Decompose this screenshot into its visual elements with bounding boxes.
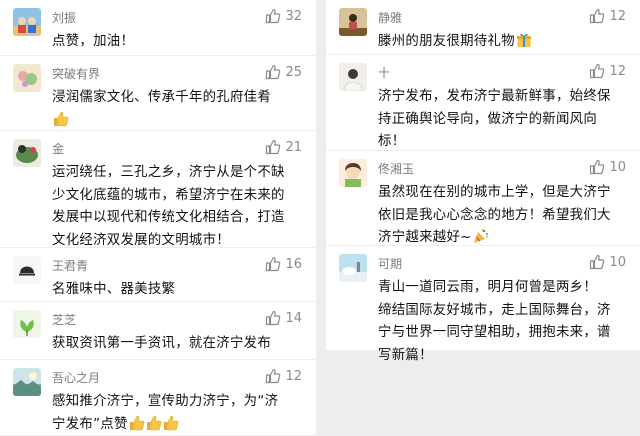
comment-line: 宁与世界一同守望相助，拥抱未来，谱 xyxy=(378,325,611,340)
avatar[interactable] xyxy=(339,8,367,36)
comment-text: 感知推介济宁，宣传助力济宁，为“济 宁发布”点赞 xyxy=(52,391,306,436)
like-button[interactable]: 16 xyxy=(265,256,302,272)
avatar[interactable] xyxy=(13,8,41,36)
comment-text: 名雅味中、器美技繁 xyxy=(52,279,306,302)
comment-line: 点赞，加油！ xyxy=(52,34,135,49)
like-count: 10 xyxy=(609,159,626,175)
comment-line: 持正确舆论导向，做济宁的新闻风向 xyxy=(378,111,598,127)
like-button[interactable]: 10 xyxy=(589,159,626,175)
avatar[interactable] xyxy=(13,310,41,338)
avatar[interactable] xyxy=(339,63,367,91)
commenter-name[interactable]: 佟湘玉 xyxy=(378,160,414,177)
thumbs-up-icon xyxy=(265,139,281,155)
comment-line: 运河绕任，三孔之乡，济宁从是个不缺 xyxy=(52,165,285,180)
like-button[interactable]: 14 xyxy=(265,310,302,326)
commenter-name[interactable]: 芝芝 xyxy=(52,311,76,328)
comment-line: 济宁发布，发布济宁最新鲜事，始终保 xyxy=(378,89,611,104)
comment-card: 王君青 16 名雅味中、器美技繁 xyxy=(0,248,316,301)
like-count: 12 xyxy=(285,368,302,384)
party-popper-emoji-icon xyxy=(473,228,489,244)
commenter-name[interactable]: 王君青 xyxy=(52,257,88,274)
comment-line: 写新篇！ xyxy=(378,347,433,363)
comment-line: 宁发布”点赞 xyxy=(52,416,128,432)
comment-card: 佟湘玉 10 虽然现在在别的城市上学，但是大济宁 依旧是我心心念念的地方！希望我… xyxy=(326,151,640,245)
like-count: 16 xyxy=(285,256,302,272)
comment-card: 芝芝 14 获取资讯第一手资讯，就在济宁发布 xyxy=(0,302,316,359)
thumbs-up-emoji-icon xyxy=(129,415,145,431)
comment-line: 发展中以现代和传统文化相结合，打造 xyxy=(52,210,285,225)
comment-text: 济宁发布，发布济宁最新鲜事，始终保 持正确舆论导向，做济宁的新闻风向 标！ xyxy=(378,86,630,154)
comment-text: 滕州的朋友很期待礼物 xyxy=(378,31,630,54)
thumbs-up-emoji-icon xyxy=(163,415,179,431)
like-count: 12 xyxy=(609,63,626,79)
like-count: 10 xyxy=(609,254,626,270)
comment-line: 依旧是我心心念念的地方！希望我们大 xyxy=(378,207,611,223)
like-button[interactable]: 12 xyxy=(589,63,626,79)
comment-line: 获取资讯第一手资讯，就在济宁发布 xyxy=(52,336,272,351)
like-count: 14 xyxy=(285,310,302,326)
like-count: 21 xyxy=(285,139,302,155)
avatar[interactable] xyxy=(13,139,41,167)
commenter-name[interactable]: 十 xyxy=(378,64,390,81)
avatar[interactable] xyxy=(13,368,41,396)
gift-emoji-icon xyxy=(516,32,532,48)
thumbs-up-icon xyxy=(589,63,605,79)
comment-line: 虽然现在在别的城市上学，但是大济宁 xyxy=(378,185,611,200)
comment-text: 青山一道同云雨，明月何曾是两乡！ 缔结国际友好城市，走上国际舞台，济 宁与世界一… xyxy=(378,277,630,367)
commenter-name[interactable]: 刘振 xyxy=(52,9,76,26)
commenter-name[interactable]: 可期 xyxy=(378,255,402,272)
like-button[interactable]: 10 xyxy=(589,254,626,270)
like-button[interactable]: 12 xyxy=(265,368,302,384)
like-count: 12 xyxy=(609,8,626,24)
comment-card: 突破有界 25 浸润儒家文化、传承千年的孔府佳肴 xyxy=(0,56,316,130)
comment-card: 十 12 济宁发布，发布济宁最新鲜事，始终保 持正确舆论导向，做济宁的新闻风向 … xyxy=(326,55,640,150)
comment-line: 名雅味中、器美技繁 xyxy=(52,282,176,297)
avatar[interactable] xyxy=(13,64,41,92)
comment-line: 感知推介济宁，宣传助力济宁，为“济 xyxy=(52,394,279,409)
thumbs-up-icon xyxy=(589,254,605,270)
avatar[interactable] xyxy=(339,159,367,187)
commenter-name[interactable]: 吾心之月 xyxy=(52,369,100,386)
like-button[interactable]: 25 xyxy=(265,64,302,80)
comment-text: 获取资讯第一手资讯，就在济宁发布 xyxy=(52,333,306,356)
thumbs-up-icon xyxy=(265,64,281,80)
comment-card: 吾心之月 12 感知推介济宁，宣传助力济宁，为“济 宁发布”点赞 xyxy=(0,360,316,435)
comment-line: 少文化底蕴的城市，希望济宁在未来的 xyxy=(52,187,285,203)
thumbs-up-emoji-icon xyxy=(53,111,69,127)
comment-text: 虽然现在在别的城市上学，但是大济宁 依旧是我心心念念的地方！希望我们大 济宁越来… xyxy=(378,182,630,250)
comment-card: 刘振 32 点赞，加油！ xyxy=(0,0,316,55)
thumbs-up-icon xyxy=(265,310,281,326)
comment-line: 浸润儒家文化、传承千年的孔府佳肴 xyxy=(52,90,272,105)
avatar[interactable] xyxy=(13,256,41,284)
thumbs-up-icon xyxy=(265,8,281,24)
like-button[interactable]: 12 xyxy=(589,8,626,24)
comment-card: 静雅 12 滕州的朋友很期待礼物 xyxy=(326,0,640,54)
comment-line: 济宁越来越好~ xyxy=(378,230,472,245)
comment-text: 点赞，加油！ xyxy=(52,31,306,54)
comment-text: 浸润儒家文化、传承千年的孔府佳肴 xyxy=(52,87,306,132)
like-count: 25 xyxy=(285,64,302,80)
commenter-name[interactable]: 金 xyxy=(52,140,64,157)
commenter-name[interactable]: 静雅 xyxy=(378,9,402,26)
like-button[interactable]: 32 xyxy=(265,8,302,24)
like-button[interactable]: 21 xyxy=(265,139,302,155)
commenter-name[interactable]: 突破有界 xyxy=(52,65,100,82)
comment-line: 滕州的朋友很期待礼物 xyxy=(378,34,515,49)
comment-line: 青山一道同云雨，明月何曾是两乡！ xyxy=(378,280,598,295)
thumbs-up-icon xyxy=(589,159,605,175)
comment-text: 运河绕任，三孔之乡，济宁从是个不缺 少文化底蕴的城市，希望济宁在未来的 发展中以… xyxy=(52,162,306,252)
comment-card: 金 21 运河绕任，三孔之乡，济宁从是个不缺 少文化底蕴的城市，希望济宁在未来的… xyxy=(0,131,316,248)
thumbs-up-icon xyxy=(589,8,605,24)
thumbs-up-icon xyxy=(265,256,281,272)
thumbs-up-emoji-icon xyxy=(146,415,162,431)
like-count: 32 xyxy=(285,8,302,24)
avatar[interactable] xyxy=(339,254,367,282)
comment-line: 缔结国际友好城市，走上国际舞台，济 xyxy=(378,302,611,318)
comment-card: 可期 10 青山一道同云雨，明月何曾是两乡！ 缔结国际友好城市，走上国际舞台，济… xyxy=(326,246,640,363)
thumbs-up-icon xyxy=(265,368,281,384)
